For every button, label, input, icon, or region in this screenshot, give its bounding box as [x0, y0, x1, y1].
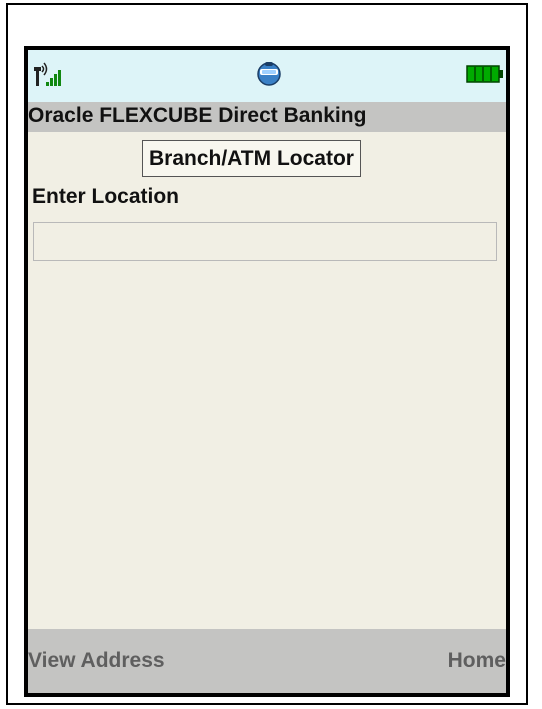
view-address-softkey[interactable]: View Address — [28, 649, 165, 673]
app-title: Oracle FLEXCUBE Direct Banking — [28, 104, 367, 127]
location-input[interactable] — [33, 222, 497, 261]
app-title-bar: Oracle FLEXCUBE Direct Banking — [28, 102, 506, 132]
location-label: Enter Location — [32, 185, 180, 208]
phone-screen: Oracle FLEXCUBE Direct Banking Branch/AT… — [24, 46, 510, 697]
app-status-icon — [254, 58, 284, 88]
page-title: Branch/ATM Locator — [142, 140, 361, 177]
signal-strength-icon — [32, 60, 68, 90]
home-softkey[interactable]: Home — [448, 649, 506, 673]
battery-icon — [466, 64, 504, 84]
status-bar — [28, 50, 506, 102]
soft-key-bar: View Address Home — [28, 629, 506, 693]
